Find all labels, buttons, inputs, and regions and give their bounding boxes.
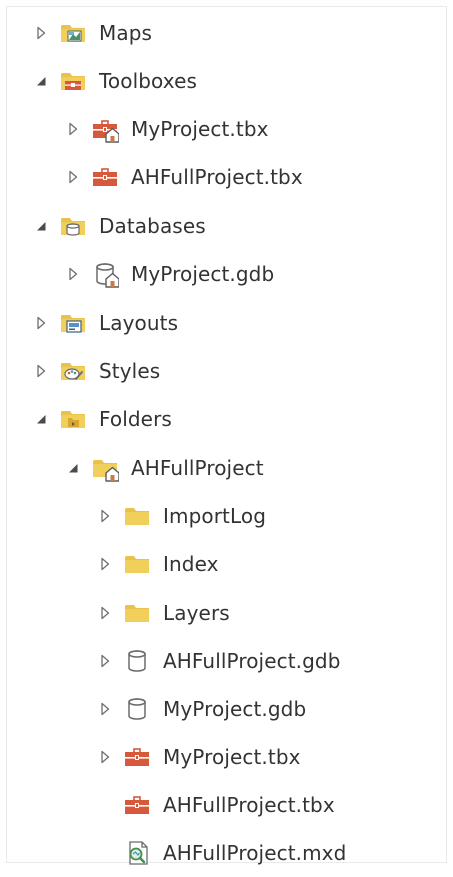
expand-arrow-icon[interactable]: [33, 363, 49, 379]
tree-item-importlog[interactable]: ImportLog: [7, 492, 446, 540]
folder-icon: [123, 502, 151, 530]
tree-item-label: Folders: [99, 407, 172, 431]
tree-item-label: AHFullProject: [131, 456, 264, 480]
tree-item-label: Layers: [163, 601, 230, 625]
tree-item-ahfullproject-folder[interactable]: AHFullProject: [7, 444, 446, 492]
tree-item-styles[interactable]: Styles: [7, 347, 446, 395]
map-folder-icon: [59, 19, 87, 47]
tree-item-label: Index: [163, 552, 219, 576]
style-folder-icon: [59, 357, 87, 385]
expand-arrow-icon[interactable]: [97, 605, 113, 621]
tree-item-label: MyProject.tbx: [163, 745, 301, 769]
collapse-arrow-icon[interactable]: [33, 73, 49, 89]
expand-arrow-icon[interactable]: [65, 121, 81, 137]
tree-item-label: Maps: [99, 21, 153, 45]
toolbox-icon: [91, 163, 119, 191]
expand-arrow-icon[interactable]: [65, 266, 81, 282]
tree-item-label: AHFullProject.tbx: [131, 165, 303, 189]
layout-folder-icon: [59, 309, 87, 337]
database-folder-icon: [59, 212, 87, 240]
tree-item-label: MyProject.tbx: [131, 117, 269, 141]
tree-item-ahfullproject-tbx-2[interactable]: AHFullProject.tbx: [7, 781, 446, 829]
collapse-arrow-icon[interactable]: [33, 218, 49, 234]
expand-arrow-icon[interactable]: [65, 169, 81, 185]
tree-item-index[interactable]: Index: [7, 540, 446, 588]
tree-item-myproject-tbx-2[interactable]: MyProject.tbx: [7, 733, 446, 781]
map-document-icon: [123, 839, 151, 867]
tree-item-label: Databases: [99, 214, 206, 238]
expand-arrow-icon[interactable]: [97, 556, 113, 572]
tree-item-toolboxes[interactable]: Toolboxes: [7, 57, 446, 105]
tree-item-ahfullproject-mxd[interactable]: AHFullProject.mxd: [7, 829, 446, 877]
collapse-arrow-icon[interactable]: [33, 411, 49, 427]
tree-item-databases[interactable]: Databases: [7, 202, 446, 250]
expand-arrow-icon[interactable]: [97, 701, 113, 717]
toolbox-icon: [123, 743, 151, 771]
tree-item-label: Layouts: [99, 311, 179, 335]
expand-arrow-icon[interactable]: [33, 315, 49, 331]
toolbox-folder-icon: [59, 67, 87, 95]
tree-item-label: ImportLog: [163, 504, 266, 528]
expand-arrow-icon[interactable]: [97, 508, 113, 524]
tree-item-layers[interactable]: Layers: [7, 589, 446, 637]
tree-item-layouts[interactable]: Layouts: [7, 299, 446, 347]
tree-item-myproject-gdb-2[interactable]: MyProject.gdb: [7, 685, 446, 733]
tree-item-label: AHFullProject.gdb: [163, 649, 341, 673]
folder-icon: [123, 599, 151, 627]
tree-item-label: Styles: [99, 359, 161, 383]
folders-folder-icon: [59, 405, 87, 433]
expand-arrow-icon[interactable]: [97, 749, 113, 765]
collapse-arrow-icon[interactable]: [65, 460, 81, 476]
expand-arrow-icon[interactable]: [97, 653, 113, 669]
geodatabase-icon: [123, 695, 151, 723]
toolbox-icon: [123, 791, 151, 819]
tree-item-label: AHFullProject.tbx: [163, 793, 335, 817]
tree-item-label: Toolboxes: [99, 69, 198, 93]
catalog-tree-panel: Maps Toolboxes MyProject.tbx AHFullProje…: [6, 6, 447, 865]
geodatabase-icon: [123, 647, 151, 675]
toolbox-home-icon: [91, 115, 119, 143]
tree-item-ahfullproject-gdb[interactable]: AHFullProject.gdb: [7, 637, 446, 685]
tree-item-label: MyProject.gdb: [131, 262, 275, 286]
tree-item-ahfullproject-tbx[interactable]: AHFullProject.tbx: [7, 153, 446, 201]
folder-icon: [123, 550, 151, 578]
tree-item-folders[interactable]: Folders: [7, 395, 446, 443]
home-folder-icon: [91, 454, 119, 482]
geodatabase-home-icon: [91, 260, 119, 288]
tree-item-maps[interactable]: Maps: [7, 9, 446, 57]
tree-item-myproject-gdb[interactable]: MyProject.gdb: [7, 250, 446, 298]
tree-item-label: AHFullProject.mxd: [163, 841, 347, 865]
expand-arrow-icon[interactable]: [33, 25, 49, 41]
tree-item-myproject-tbx[interactable]: MyProject.tbx: [7, 105, 446, 153]
tree-item-label: MyProject.gdb: [163, 697, 307, 721]
